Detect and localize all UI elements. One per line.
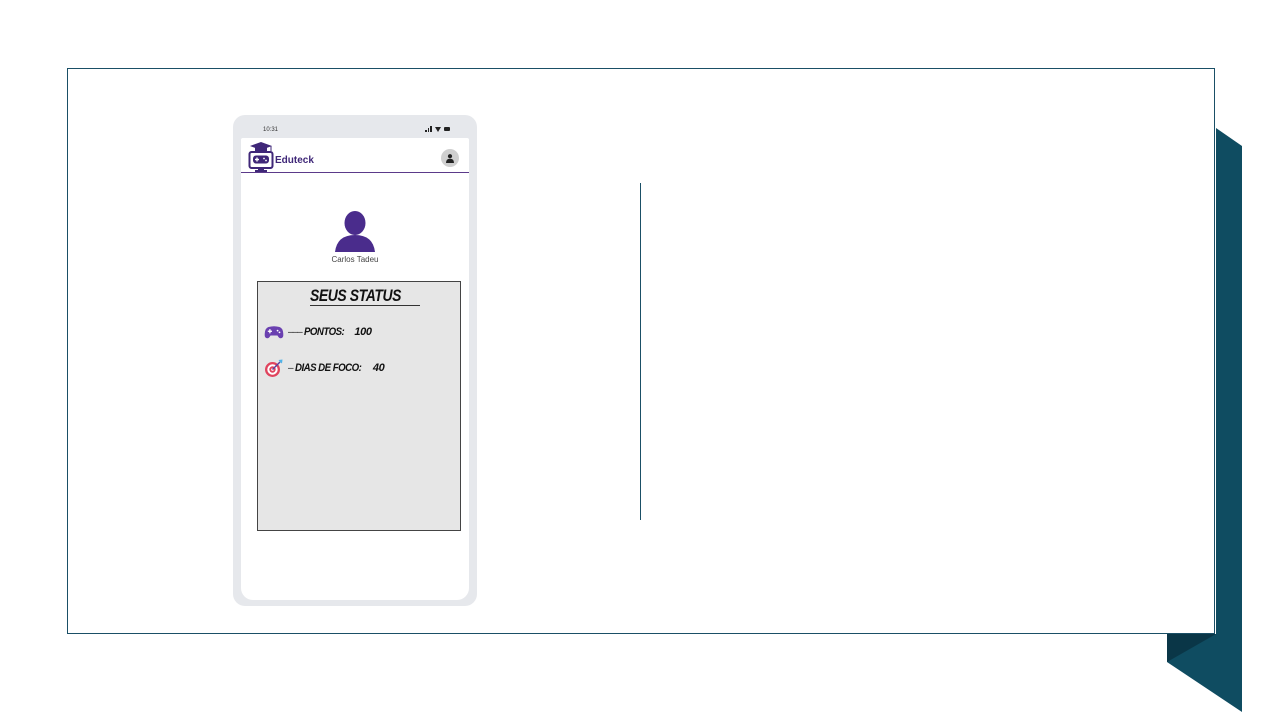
app-screen: Eduteck Carlos Tadeu SEUS STATUS ––– PON… <box>241 138 469 600</box>
target-icon <box>265 359 283 377</box>
user-name: Carlos Tadeu <box>331 255 379 264</box>
app-title: Eduteck <box>275 155 314 166</box>
status-card-title: SEUS STATUS <box>310 286 402 305</box>
profile-button[interactable] <box>441 149 459 167</box>
stat-row-dias-de-foco: – DIAS DE FOCO: 40 <box>264 358 385 378</box>
eduteck-logo-icon <box>248 142 274 172</box>
gamepad-icon <box>264 326 284 339</box>
signal-icon <box>425 126 432 132</box>
stat-dash: ––– <box>288 326 303 338</box>
stat-label-pontos: PONTOS: <box>303 326 345 338</box>
phone-status-bar: 10:31 <box>233 115 477 138</box>
title-underline <box>310 305 420 306</box>
wifi-icon <box>434 126 441 132</box>
status-time: 10:31 <box>263 127 279 133</box>
avatar-icon <box>335 211 375 252</box>
stat-label-dias-de-foco: DIAS DE FOCO: <box>294 362 362 374</box>
stat-value-pontos: 100 <box>354 326 372 338</box>
vertical-divider <box>640 183 641 520</box>
status-card: SEUS STATUS ––– PONTOS: 100 – DIAS DE FO… <box>257 281 461 531</box>
app-header: Eduteck <box>241 138 469 173</box>
user-icon <box>446 154 454 163</box>
battery-icon <box>443 127 450 131</box>
phone-mockup: 10:31 Eduteck Carlos Tadeu SEUS STATUS –… <box>233 115 477 606</box>
status-icons <box>425 126 450 132</box>
stat-dash: – <box>288 362 293 374</box>
stat-value-dias-de-foco: 40 <box>372 362 385 374</box>
stat-row-pontos: ––– PONTOS: 100 <box>264 322 372 342</box>
